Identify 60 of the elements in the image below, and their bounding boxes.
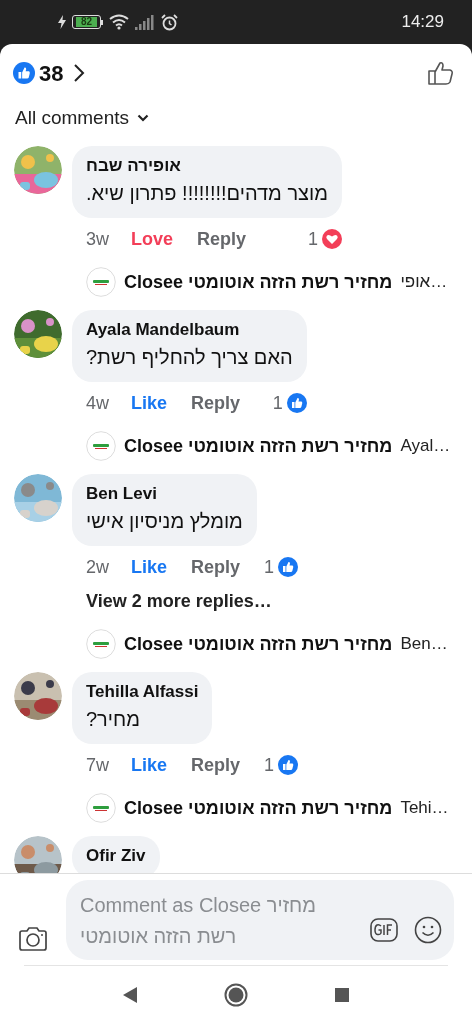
reaction-count[interactable]: 1 [307,225,318,253]
comment-input[interactable]: Comment as Closee מחזיר רשת הזזה אוטומטי [80,889,360,952]
comment-time: 2w [86,555,109,579]
comment-author[interactable]: Ben Levi [86,482,157,506]
thumbs-up-icon [428,60,454,86]
reply-button[interactable]: Reply [197,225,247,253]
reactions-summary[interactable]: 38 [13,56,86,90]
comment-author[interactable]: Tehilla Alfassi [86,680,199,704]
reaction-button[interactable]: Like [131,553,168,581]
like-button[interactable] [428,60,454,86]
comment-text: מוצר מדהים!!!!!!!! פתרון שיא. [86,181,328,206]
reply-snippet: Ayal… [400,435,451,458]
signal-icon [135,14,156,30]
comment-time: 3w [86,227,109,251]
reaction-button[interactable]: Love [131,225,174,253]
reply-button[interactable]: Reply [191,389,241,417]
reply-author: Closee מחזיר רשת הזזה אוטומטי [124,270,393,294]
like-reaction-icon [13,62,35,84]
comment-author[interactable]: Ofir Ziv [86,844,146,868]
battery-level: 82 [76,17,98,27]
reply-author: Closee מחזיר רשת הזזה אוטומטי [124,632,393,656]
reply-preview[interactable]: Closee מחזיר רשת הזזה אוטומטי אופי… [86,266,472,298]
page-logo-icon [86,793,116,823]
comment-text: האם צריך להחליף רשת? [86,345,293,370]
reply-snippet: אופי… [400,271,448,294]
comment-time: 7w [86,753,109,777]
reply-button[interactable]: Reply [191,751,241,779]
view-more-replies-link[interactable]: View 2 more replies… [86,588,272,614]
page-logo-icon [86,431,116,461]
reply-button[interactable]: Reply [191,553,241,581]
wifi-icon [109,14,130,30]
back-icon[interactable] [122,986,138,1004]
reaction-button[interactable]: Like [131,751,168,779]
chevron-down-icon [137,114,150,122]
reply-author: Closee מחזיר רשת הזזה אוטומטי [124,434,393,458]
gif-icon[interactable] [370,917,398,942]
emoji-icon[interactable] [414,915,442,944]
page-logo-icon [86,629,116,659]
home-icon[interactable] [224,983,248,1007]
comment-author[interactable]: אופירה שבח [86,154,181,178]
reaction-count[interactable]: 1 [264,553,275,581]
comment-author[interactable]: Ayala Mandelbaum [86,318,240,342]
reply-snippet: Tehi… [400,797,449,820]
recent-apps-icon[interactable] [334,987,350,1003]
reply-author: Closee מחזיר רשת הזזה אוטומטי [124,796,393,820]
comment-text: מחיר? [86,707,140,732]
comment-time: 4w [86,391,109,415]
comment-text: מומלץ מניסיון אישי [86,509,243,534]
clock-time: 14:29 [401,11,444,34]
comment-field[interactable]: Comment as Closee מחזיר רשת הזזה אוטומטי [66,879,454,960]
comments-filter[interactable]: All comments [15,103,150,133]
reaction-button[interactable]: Like [131,389,168,417]
alarm-icon [161,13,179,31]
page-logo-icon [86,267,116,297]
reaction-count[interactable]: 1 [264,751,275,779]
charging-icon [58,15,66,29]
reply-snippet: Ben… [400,633,448,656]
camera-icon[interactable] [18,925,48,952]
chevron-right-icon [73,63,86,83]
reaction-count[interactable]: 1 [272,389,283,417]
